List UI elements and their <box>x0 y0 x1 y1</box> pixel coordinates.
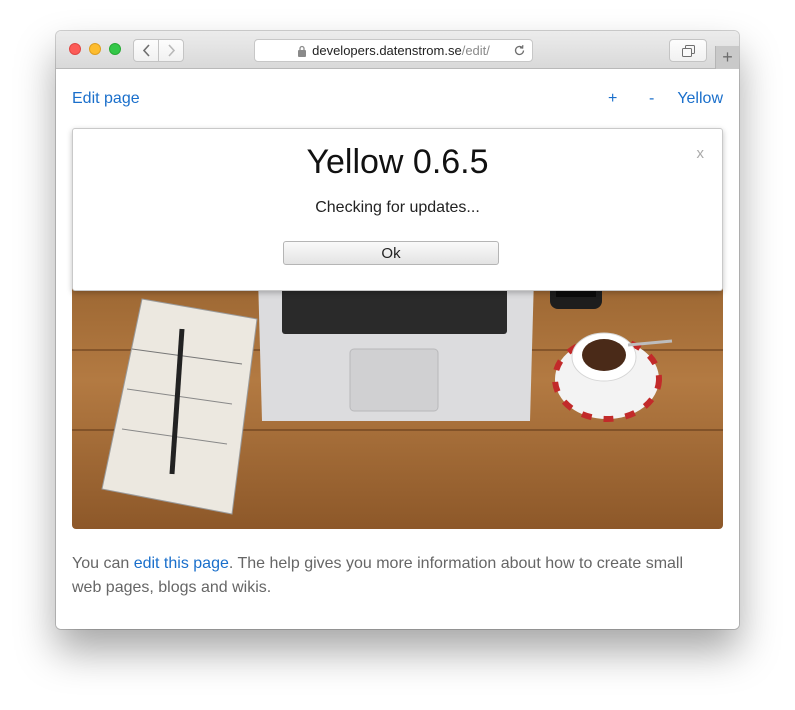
edit-this-page-link[interactable]: edit this page <box>134 555 229 572</box>
show-tabs-button[interactable] <box>669 39 707 62</box>
zoom-window-button[interactable] <box>109 43 121 55</box>
edit-page-link[interactable]: Edit page <box>72 90 140 108</box>
url-path: /edit/ <box>461 43 490 58</box>
page-content-text: You can edit this page. The help gives y… <box>72 552 712 600</box>
user-menu-link[interactable]: Yellow <box>677 90 723 108</box>
back-button[interactable] <box>133 39 159 62</box>
tabs-overview-icon <box>681 44 695 57</box>
dialog-message: Checking for updates... <box>315 199 480 216</box>
close-window-button[interactable] <box>69 43 81 55</box>
dialog-title: Yellow 0.6.5 <box>306 143 489 181</box>
forward-button[interactable] <box>158 39 184 62</box>
lock-icon <box>298 45 307 57</box>
create-page-link[interactable]: + <box>608 90 617 108</box>
url-host: developers.datenstrom.se <box>312 43 462 58</box>
notebook-illustration <box>101 298 258 515</box>
browser-window: developers.datenstrom.se/edit/ + Edit pa… <box>56 31 739 629</box>
chevron-right-icon <box>167 44 175 57</box>
coffee-cup-illustration <box>552 332 673 422</box>
address-bar[interactable]: developers.datenstrom.se/edit/ <box>254 39 533 62</box>
web-page: Edit page + - Yellow x Yellow 0.6.5 Chec… <box>56 70 739 629</box>
ok-button[interactable]: Ok <box>283 241 499 265</box>
chevron-left-icon <box>142 44 150 57</box>
delete-page-link[interactable]: - <box>649 90 654 108</box>
update-dialog: x Yellow 0.6.5 Checking for updates... O… <box>72 128 723 291</box>
reload-icon[interactable] <box>513 44 526 57</box>
title-bar: developers.datenstrom.se/edit/ + <box>56 31 739 69</box>
new-tab-button[interactable]: + <box>715 46 739 69</box>
top-navigation: Edit page + - Yellow <box>72 90 723 110</box>
content-prefix: You can <box>72 555 134 572</box>
minimize-window-button[interactable] <box>89 43 101 55</box>
